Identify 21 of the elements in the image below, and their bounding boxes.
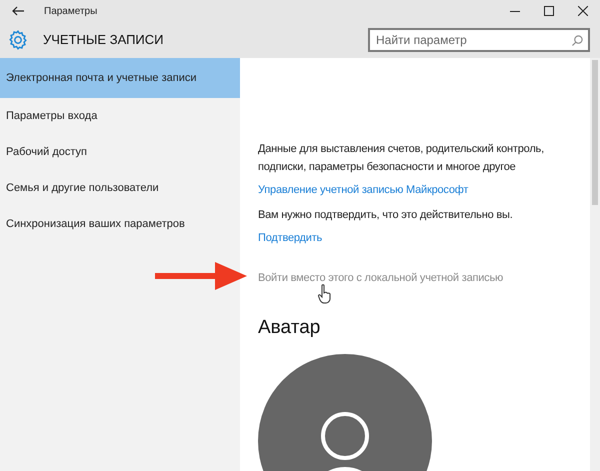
arrow-icon [155,262,247,290]
link[interactable]: Подтвердить [258,230,322,246]
sidebar-item[interactable]: Синхронизация ваших параметров [0,206,240,242]
sidebar-item[interactable]: Рабочий доступ [0,134,240,170]
hand-cursor-icon [318,284,332,304]
window-title: Параметры [44,4,98,18]
description-text: Вам нужно подтвердить, что это действительно вы. [258,208,514,223]
section-heading: Аватар [258,316,320,340]
search-icon [572,35,583,46]
sidebar-item[interactable]: Электронная почта и учетные записи [0,58,240,98]
search-field[interactable]: Найти параметр [368,28,590,52]
scrollbar-thumb[interactable] [592,60,598,205]
sidebar-item[interactable]: Семья и другие пользователи [0,170,240,206]
link[interactable]: Управление учетной записью Майкрософт [258,182,468,198]
settings-icon [7,29,29,51]
close-icon [578,6,588,16]
page-title: УЧЕТНЫЕ ЗАПИСИ [43,31,164,50]
maximize-icon [544,6,554,16]
description-text: Данные для выставления счетов, родительский контроль, подписки, параметры безопасности и многое другое [258,142,545,175]
sidebar-item[interactable]: Параметры входа [0,98,240,134]
back-arrow-icon [12,6,24,16]
